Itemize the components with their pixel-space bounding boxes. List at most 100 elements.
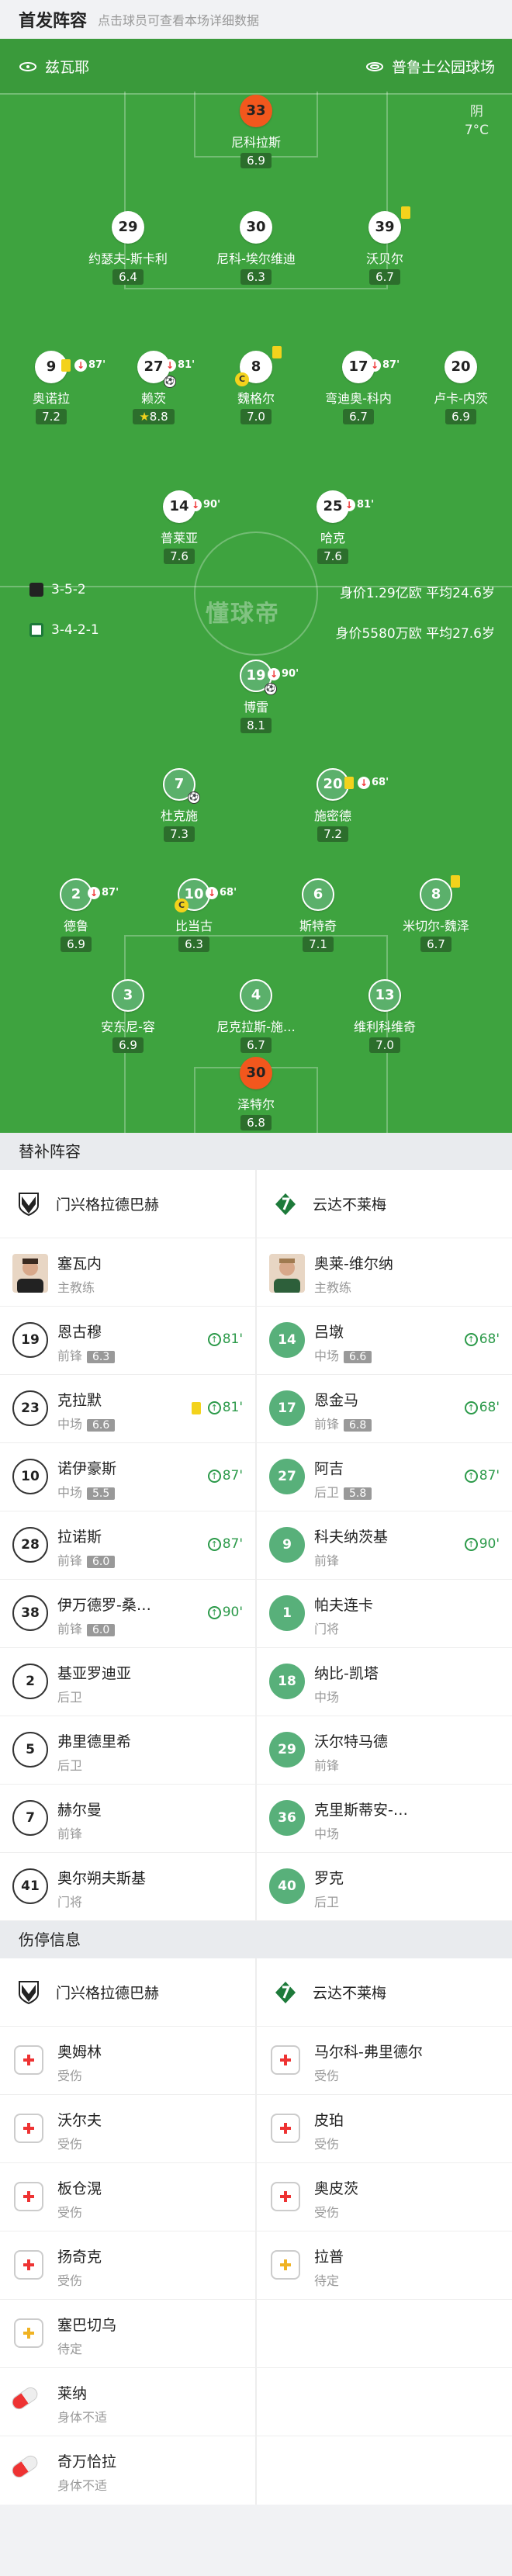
player-number: 30: [240, 211, 272, 244]
sub-on-minute: 87': [479, 1468, 500, 1484]
home-player[interactable]: 14 ↓ 90' 普莱亚 7.6: [102, 490, 257, 564]
sub-off-indicator: ↓ 68': [206, 878, 237, 908]
player-position-text: 后卫: [57, 1758, 83, 1773]
player-name: 帕夫连卡: [314, 1597, 374, 1614]
injury-row: 奇万恰拉 身体不适: [0, 2436, 512, 2505]
away-player[interactable]: 30 泽特尔 6.8: [178, 1057, 334, 1130]
home-injured-player[interactable]: 扬奇克 受伤: [0, 2231, 255, 2300]
home-sub-player[interactable]: 2 基亚罗迪亚 后卫: [0, 1648, 255, 1716]
injury-status: 待定: [57, 2342, 83, 2356]
sub-on-indicator: ↑ 81': [207, 1400, 243, 1415]
doubtful-medkit-icon: [271, 2250, 300, 2280]
sub-on-minute: 87': [222, 1536, 243, 1552]
home-injured-player[interactable]: 板仓滉 受伤: [0, 2163, 255, 2231]
player-position-text: 后卫: [314, 1485, 340, 1500]
player-number: 40: [269, 1868, 305, 1904]
home-sub-player[interactable]: 5 弗里德里希 后卫: [0, 1716, 255, 1785]
player-name: 罗克: [314, 1870, 344, 1887]
injury-status: 身体不适: [57, 2410, 108, 2425]
home-injured-player[interactable]: 沃尔夫 受伤: [0, 2095, 255, 2163]
home-sub-player[interactable]: 7 赫尔曼 前锋: [0, 1785, 255, 1853]
home-injured-player[interactable]: 莱纳 身体不适: [0, 2368, 255, 2436]
player-name: 诺伊豪斯: [57, 1460, 117, 1477]
sub-off-icon: ↓: [88, 887, 100, 899]
home-player[interactable]: 25 ↓ 81' 哈克 7.6: [255, 490, 410, 564]
illness-pill-icon: [9, 2453, 40, 2481]
home-club[interactable]: 门兴格拉德巴赫: [0, 1170, 255, 1238]
home-sub-player[interactable]: 19 恩古穆 前锋 6.3 ↑ 81': [0, 1307, 255, 1375]
player-rating: 6.7: [420, 937, 451, 952]
lineup-header: 首发阵容 点击球员可查看本场详细数据: [0, 0, 512, 39]
home-club[interactable]: 门兴格拉德巴赫: [0, 1958, 255, 2027]
player-number: 2 ↓ 87': [60, 878, 119, 911]
player-name: 泽特尔: [237, 1097, 275, 1112]
home-injured-player[interactable]: 塞巴切乌 待定: [0, 2300, 255, 2368]
away-sub-player[interactable]: 1 帕夫连卡 门将: [257, 1580, 512, 1648]
away-sub-player[interactable]: 36 克里斯蒂安-… 中场: [257, 1785, 512, 1853]
weather-condition: 阴: [469, 104, 483, 119]
player-name: 塞巴切乌: [57, 2317, 117, 2334]
away-player[interactable]: 19 ↓ 90' ⚽ 博雷 8.1: [178, 660, 334, 733]
sub-row: 19 恩古穆 前锋 6.3 ↑ 81' 14 吕墩 中场 6.6 ↑ 68': [0, 1307, 512, 1375]
away-sub-player[interactable]: 17 恩金马 前锋 6.8 ↑ 68': [257, 1375, 512, 1443]
away-sub-player[interactable]: 18 纳比-凯塔 中场: [257, 1648, 512, 1716]
player-rating: 8.1: [240, 718, 272, 733]
coach-role: 主教练: [314, 1280, 352, 1295]
away-player[interactable]: 13 维利科维奇 7.0: [307, 979, 462, 1053]
home-value: 身价1.29亿欧 平均24.6岁: [339, 586, 495, 601]
away-sub-player[interactable]: 27 阿吉 后卫 5.8 ↑ 87': [257, 1443, 512, 1511]
home-injured-player[interactable]: 奇万恰拉 身体不适: [0, 2436, 255, 2505]
away-club[interactable]: 云达不莱梅: [257, 1170, 512, 1238]
player-position: 门将: [57, 1892, 82, 1910]
sub-row: 5 弗里德里希 后卫 29 沃尔特马德 前锋: [0, 1716, 512, 1785]
injury-status: 受伤: [57, 2205, 83, 2220]
away-player[interactable]: 8 米切尔-魏泽 6.7: [358, 875, 512, 952]
player-rating: 6.7: [240, 1037, 272, 1053]
home-sub-player[interactable]: 38 伊万德罗-桑… 前锋 6.0 ↑ 90': [0, 1580, 255, 1648]
sub-off-minute: 90': [203, 499, 221, 511]
home-club-crest-icon: [19, 1193, 39, 1217]
away-injured-player[interactable]: 马尔科-弗里德尔 受伤: [257, 2027, 512, 2095]
player-number: 7: [12, 1800, 48, 1836]
injury-medkit-icon: [271, 2182, 300, 2211]
player-number: 20 ↓ 68': [317, 768, 389, 801]
home-club-name: 门兴格拉德巴赫: [56, 1196, 160, 1214]
sub-row: 41 奥尔朔夫斯基 门将 40 罗克 后卫: [0, 1853, 512, 1921]
away-sub-player[interactable]: 29 沃尔特马德 前锋: [257, 1716, 512, 1785]
player-number: 2: [12, 1664, 48, 1699]
injury-row: 奥姆林 受伤 马尔科-弗里德尔 受伤: [0, 2027, 512, 2095]
away-player[interactable]: 7 ⚽ 杜克施 7.3: [102, 768, 257, 842]
away-injured-player[interactable]: 皮珀 受伤: [257, 2095, 512, 2163]
home-sub-player[interactable]: 10 诺伊豪斯 中场 5.5 ↑ 87': [0, 1443, 255, 1511]
player-name: 阿吉: [314, 1460, 344, 1477]
home-player[interactable]: 39 沃贝尔 6.7: [307, 206, 462, 285]
player-number: 39: [368, 206, 410, 244]
home-player[interactable]: 20 卢卡-内茨 6.9: [383, 351, 512, 424]
home-injured-player[interactable]: 奥姆林 受伤: [0, 2027, 255, 2095]
away-sub-player[interactable]: 9 科夫纳茨基 前锋 ↑ 90': [257, 1511, 512, 1580]
home-coach[interactable]: 塞瓦内 主教练: [0, 1238, 255, 1307]
sub-on-icon: ↑: [207, 1469, 221, 1483]
away-player[interactable]: 20 ↓ 68' 施密德 7.2: [255, 768, 410, 842]
player-name: 卢卡-内茨: [434, 391, 488, 406]
away-injured-player[interactable]: 拉普 待定: [257, 2231, 512, 2300]
player-position-text: 前锋: [314, 1553, 340, 1568]
home-sub-player[interactable]: 23 克拉默 中场 6.6 ↑ 81': [0, 1375, 255, 1443]
away-sub-player[interactable]: 40 罗克 后卫: [257, 1853, 512, 1921]
home-sub-player[interactable]: 41 奥尔朔夫斯基 门将: [0, 1853, 255, 1921]
player-position: 中场: [314, 1687, 339, 1705]
player-name: 奇万恰拉: [57, 2453, 117, 2470]
player-name: 拉诺斯: [57, 1529, 102, 1546]
player-rating: 7.0: [369, 1037, 400, 1053]
player-rating: 7.2: [317, 826, 348, 842]
home-sub-player[interactable]: 28 拉诺斯 前锋 6.0 ↑ 87': [0, 1511, 255, 1580]
away-injured-player[interactable]: 奥皮茨 受伤: [257, 2163, 512, 2231]
sub-off-icon: ↓: [206, 887, 218, 899]
away-club[interactable]: 云达不莱梅: [257, 1958, 512, 2027]
away-coach[interactable]: 奥莱-维尔纳 主教练: [257, 1238, 512, 1307]
home-player[interactable]: 33 尼科拉斯 6.9: [178, 95, 334, 168]
player-name: 维利科维奇: [353, 1020, 416, 1034]
away-sub-player[interactable]: 14 吕墩 中场 6.6 ↑ 68': [257, 1307, 512, 1375]
player-rating: 6.9: [61, 937, 92, 952]
sub-on-icon: ↑: [207, 1401, 221, 1414]
